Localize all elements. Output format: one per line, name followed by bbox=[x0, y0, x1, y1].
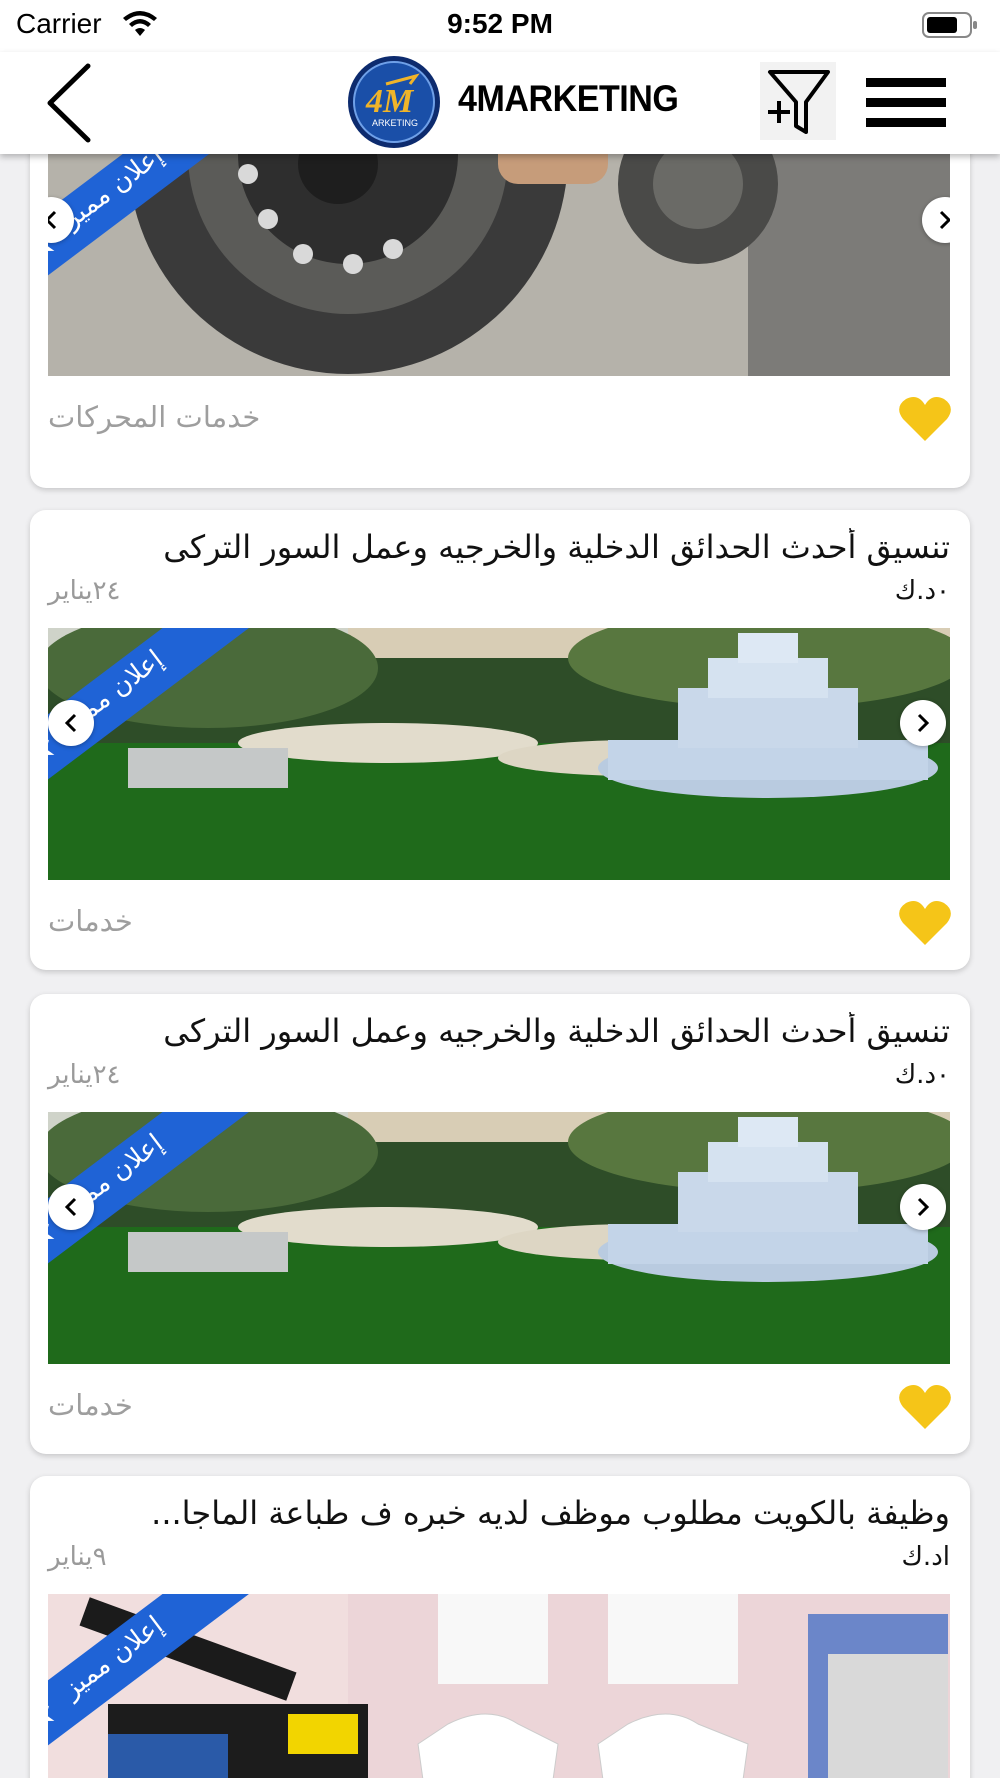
listing-image: ★ إعلان مميز bbox=[48, 154, 950, 376]
app-header: 4M ARKETING 4MARKETING bbox=[0, 52, 1000, 154]
listing-title: تنسيق أحدث الحدائق الدخلية والخرجيه وعمل… bbox=[163, 1012, 950, 1050]
listing-image: ★ إعلان مميز bbox=[48, 628, 950, 880]
listing-title: وظيفة بالكويت مطلوب موظف لديه خبره ف طبا… bbox=[151, 1494, 950, 1532]
brand-logo: 4M ARKETING bbox=[348, 56, 440, 148]
listing-card[interactable]: وظيفة بالكويت مطلوب موظف لديه خبره ف طبا… bbox=[30, 1476, 970, 1778]
logo-text: ARKETING bbox=[372, 118, 418, 128]
listing-card[interactable]: تنسيق أحدث الحدائق الدخلية والخرجيه وعمل… bbox=[30, 994, 970, 1454]
chevron-left-icon bbox=[64, 1197, 77, 1217]
brand-name: 4MARKETING bbox=[458, 78, 679, 119]
heart-icon[interactable] bbox=[898, 1383, 952, 1431]
listing-image: ★ إعلان مميز bbox=[48, 1112, 950, 1364]
add-filter-button[interactable] bbox=[760, 62, 836, 140]
carousel-prev-button[interactable] bbox=[48, 1184, 94, 1230]
listing-price: اد.ك bbox=[901, 1542, 951, 1572]
svg-text:4M: 4M bbox=[365, 83, 415, 120]
battery-icon bbox=[922, 12, 977, 38]
carousel-next-button[interactable] bbox=[900, 1184, 946, 1230]
chevron-right-icon bbox=[917, 1197, 930, 1217]
listing-date: ٢٤يناير bbox=[48, 576, 121, 606]
listing-price: ٠د.ك bbox=[894, 1060, 950, 1090]
chevron-right-icon bbox=[917, 713, 930, 733]
listing-category: خدمات bbox=[48, 1388, 133, 1422]
listing-image: ★ إعلان مميز bbox=[48, 1594, 950, 1778]
menu-icon[interactable] bbox=[866, 78, 946, 128]
heart-icon[interactable] bbox=[898, 395, 952, 443]
listing-title: تنسيق أحدث الحدائق الدخلية والخرجيه وعمل… bbox=[163, 528, 950, 566]
chevron-left-icon bbox=[64, 713, 77, 733]
status-bar: Carrier 9:52 PM bbox=[0, 0, 1000, 52]
heart-icon[interactable] bbox=[898, 899, 952, 947]
listing-card[interactable]: تنسيق أحدث الحدائق الدخلية والخرجيه وعمل… bbox=[30, 510, 970, 970]
listing-date: ٩يناير bbox=[48, 1542, 107, 1572]
listing-price: ٠د.ك bbox=[894, 576, 950, 606]
chevron-right-icon bbox=[939, 210, 950, 230]
filter-add-icon bbox=[768, 70, 830, 134]
listing-date: ٢٤يناير bbox=[48, 1060, 121, 1090]
listing-card[interactable]: ★ إعلان مميز خدمات المحركات bbox=[30, 154, 970, 488]
listing-category: خدمات bbox=[48, 904, 133, 938]
star-icon: ★ bbox=[48, 1691, 66, 1742]
clock: 9:52 PM bbox=[447, 8, 553, 39]
chevron-left-icon bbox=[48, 210, 57, 230]
carousel-prev-button[interactable] bbox=[48, 700, 94, 746]
listing-feed[interactable]: ★ إعلان مميز خدمات المحركات تنسيق أحدث ا… bbox=[0, 154, 1000, 1778]
back-icon[interactable] bbox=[40, 60, 100, 146]
carousel-next-button[interactable] bbox=[900, 700, 946, 746]
listing-category: خدمات المحركات bbox=[48, 400, 261, 434]
